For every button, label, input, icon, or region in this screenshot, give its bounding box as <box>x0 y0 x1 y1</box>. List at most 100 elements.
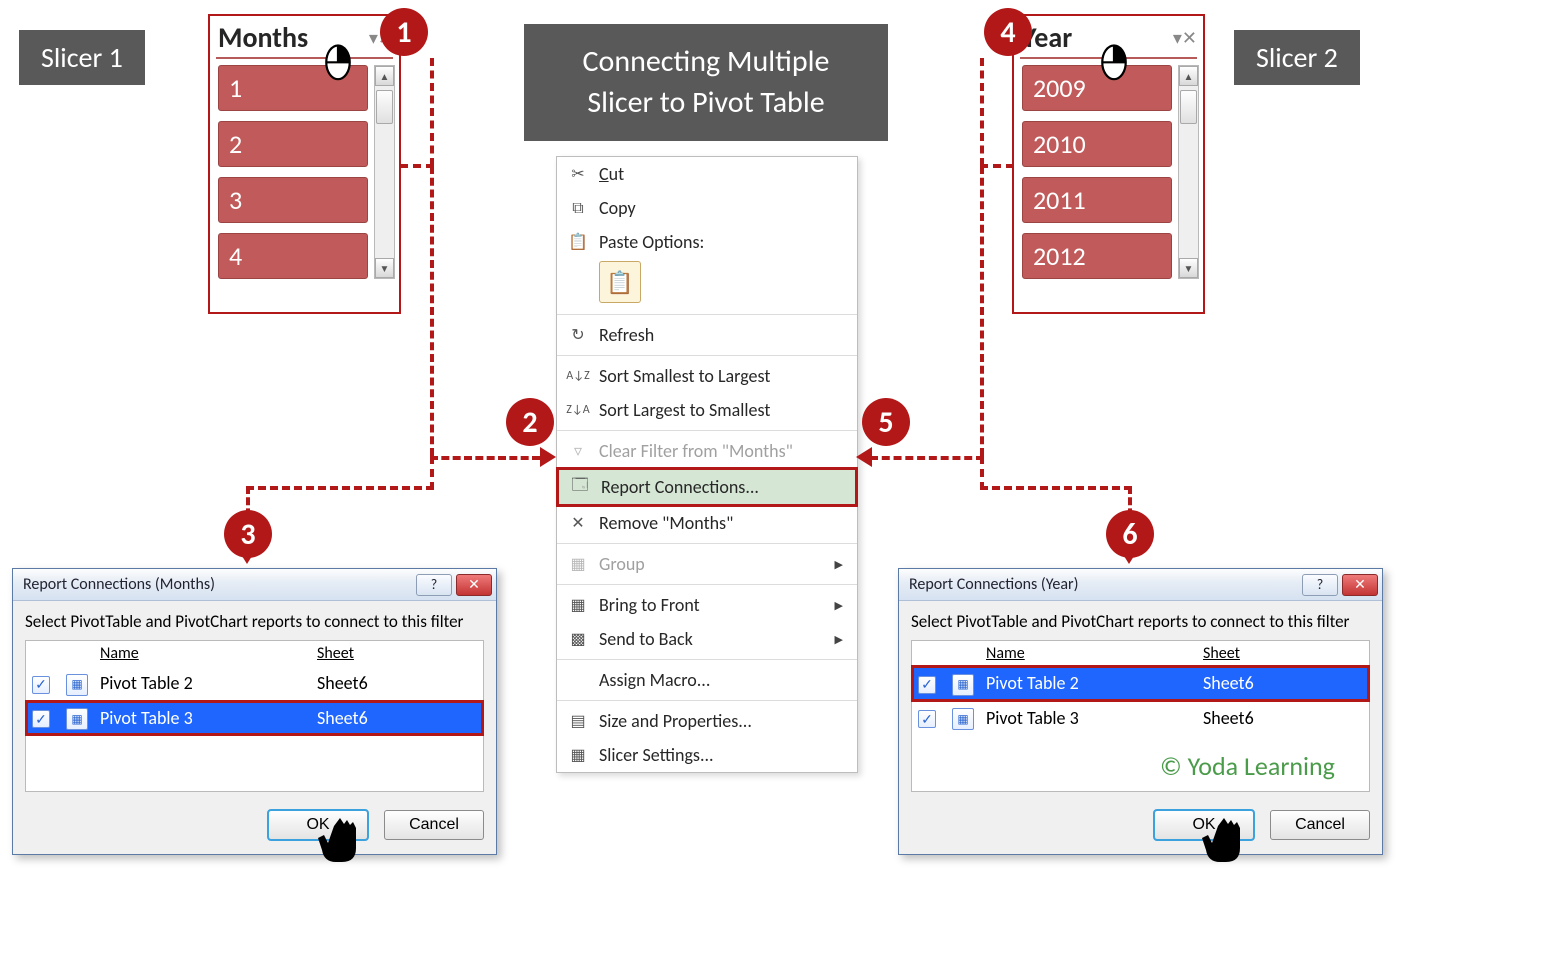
report-connections-dialog-year: Report Connections (Year) ? ✕ Select Piv… <box>898 568 1383 855</box>
dialog-title: Report Connections (Year) <box>909 575 1078 594</box>
arrowhead-icon <box>540 447 556 467</box>
step-badge-5: 5 <box>862 398 910 446</box>
slicer-months-item[interactable]: 2 <box>218 121 368 167</box>
sort-desc-icon: Z↓A <box>567 399 589 421</box>
group-icon: ▦ <box>567 553 589 575</box>
dialog-titlebar[interactable]: Report Connections (Months) ? ✕ <box>13 569 496 601</box>
ctx-cut[interactable]: ✂Cut <box>557 157 857 191</box>
col-name: Name <box>100 644 317 663</box>
row-name: Pivot Table 2 <box>986 672 1203 694</box>
slicer-months-item[interactable]: 4 <box>218 233 368 279</box>
clipboard-icon: 📋 <box>567 231 589 253</box>
ctx-group: ▦Group <box>557 547 857 581</box>
scroll-down-icon[interactable]: ▼ <box>1179 258 1198 278</box>
slicer-year-item[interactable]: 2010 <box>1022 121 1172 167</box>
connector <box>980 58 984 166</box>
step-badge-4: 4 <box>984 8 1032 56</box>
scissors-icon: ✂ <box>567 163 589 185</box>
checkbox-icon[interactable]: ✓ <box>918 710 936 728</box>
cancel-button[interactable]: Cancel <box>384 810 484 840</box>
connector <box>980 486 1132 490</box>
right-click-cursor-icon <box>316 44 360 88</box>
connector <box>980 164 1014 168</box>
dialog-close-button[interactable]: ✕ <box>456 574 492 596</box>
dialog-instruction: Select PivotTable and PivotChart reports… <box>911 611 1370 632</box>
send-back-icon: ▩ <box>567 628 589 650</box>
connector <box>430 166 434 456</box>
properties-icon: ▤ <box>567 710 589 732</box>
scroll-down-icon[interactable]: ▼ <box>375 258 394 278</box>
ctx-refresh[interactable]: ↻Refresh <box>557 318 857 352</box>
paste-gallery: 📋 <box>557 259 857 311</box>
dialog-row[interactable]: ✓ ▦ Pivot Table 3 Sheet6 <box>912 701 1369 736</box>
checkbox-icon[interactable]: ✓ <box>32 676 50 694</box>
row-name: Pivot Table 3 <box>100 707 317 729</box>
checkbox-icon[interactable]: ✓ <box>918 676 936 694</box>
scroll-thumb[interactable] <box>376 90 393 124</box>
col-sheet: Sheet <box>317 644 477 663</box>
dialog-row[interactable]: ✓ ▦ Pivot Table 2 Sheet6 <box>26 666 483 701</box>
connector <box>246 486 434 490</box>
sort-asc-icon: A↓Z <box>567 365 589 387</box>
copy-icon: ⧉ <box>567 197 589 219</box>
ctx-bring-front[interactable]: ▦Bring to Front <box>557 588 857 622</box>
clear-filter-icon[interactable]: ▾✕ <box>1173 27 1197 49</box>
connector <box>870 456 984 460</box>
row-sheet: Sheet6 <box>1203 672 1363 694</box>
paste-option-icon[interactable]: 📋 <box>599 261 641 303</box>
ctx-clear-filter: ▿Clear Filter from "Months" <box>557 434 857 468</box>
row-sheet: Sheet6 <box>317 672 477 694</box>
refresh-icon: ↻ <box>567 324 589 346</box>
connector <box>430 58 434 166</box>
dialog-table: Name Sheet ✓ ▦ Pivot Table 2 Sheet6 ✓ ▦ … <box>25 640 484 792</box>
dialog-titlebar[interactable]: Report Connections (Year) ? ✕ <box>899 569 1382 601</box>
step-badge-2: 2 <box>506 398 554 446</box>
dialog-close-button[interactable]: ✕ <box>1342 574 1378 596</box>
ctx-assign-macro[interactable]: Assign Macro... <box>557 663 857 697</box>
dialog-help-button[interactable]: ? <box>1302 574 1338 596</box>
dialog-instruction: Select PivotTable and PivotChart reports… <box>25 611 484 632</box>
step-badge-1: 1 <box>380 8 428 56</box>
diagram-title-line2: Slicer to Pivot Table <box>587 84 824 121</box>
pivottable-icon: ▦ <box>66 708 88 730</box>
slicer-months-item[interactable]: 3 <box>218 177 368 223</box>
context-menu: ✂Cut ⧉Copy 📋Paste Options: 📋 ↻Refresh A↓… <box>556 156 858 773</box>
connector <box>430 456 540 460</box>
row-name: Pivot Table 2 <box>100 672 317 694</box>
slicer-months-scrollbar[interactable]: ▲ ▼ <box>374 65 395 279</box>
cancel-button[interactable]: Cancel <box>1270 810 1370 840</box>
pivottable-icon: ▦ <box>66 674 88 696</box>
watermark: © Yoda Learning <box>1160 750 1335 782</box>
ctx-sort-asc[interactable]: A↓ZSort Smallest to Largest <box>557 359 857 393</box>
scroll-up-icon[interactable]: ▲ <box>1179 66 1198 86</box>
pivottable-icon: ▦ <box>952 708 974 730</box>
diagram-title-line1: Connecting Multiple <box>583 43 830 80</box>
dialog-row[interactable]: ✓ ▦ Pivot Table 2 Sheet6 <box>912 666 1369 701</box>
slicer-year-item[interactable]: 2012 <box>1022 233 1172 279</box>
row-sheet: Sheet6 <box>317 707 477 729</box>
connector <box>430 456 434 490</box>
slicer-months-title: Months <box>218 20 308 55</box>
label-slicer-1: Slicer 1 <box>19 30 145 85</box>
diagram-title: Connecting Multiple Slicer to Pivot Tabl… <box>524 24 888 141</box>
dialog-help-button[interactable]: ? <box>416 574 452 596</box>
slicer-year-scrollbar[interactable]: ▲ ▼ <box>1178 65 1199 279</box>
ctx-copy[interactable]: ⧉Copy <box>557 191 857 225</box>
ctx-remove[interactable]: ✕Remove "Months" <box>557 506 857 540</box>
ctx-paste-options: 📋Paste Options: <box>557 225 857 259</box>
ctx-send-back[interactable]: ▩Send to Back <box>557 622 857 656</box>
ctx-sort-desc[interactable]: Z↓ASort Largest to Smallest <box>557 393 857 427</box>
scroll-up-icon[interactable]: ▲ <box>375 66 394 86</box>
row-name: Pivot Table 3 <box>986 707 1203 729</box>
ctx-report-connections[interactable]: 🗔Report Connections... <box>556 467 858 507</box>
ctx-size-properties[interactable]: ▤Size and Properties... <box>557 704 857 738</box>
dialog-row[interactable]: ✓ ▦ Pivot Table 3 Sheet6 <box>26 701 483 736</box>
checkbox-icon[interactable]: ✓ <box>32 710 50 728</box>
scroll-thumb[interactable] <box>1180 90 1197 124</box>
slicer-months[interactable]: Months ▾✕ 1 2 3 4 ▲ ▼ <box>208 14 401 314</box>
report-connections-dialog-months: Report Connections (Months) ? ✕ Select P… <box>12 568 497 855</box>
slicer-year-item[interactable]: 2011 <box>1022 177 1172 223</box>
arrowhead-icon <box>856 447 872 467</box>
bring-front-icon: ▦ <box>567 594 589 616</box>
ctx-slicer-settings[interactable]: ▦Slicer Settings... <box>557 738 857 772</box>
